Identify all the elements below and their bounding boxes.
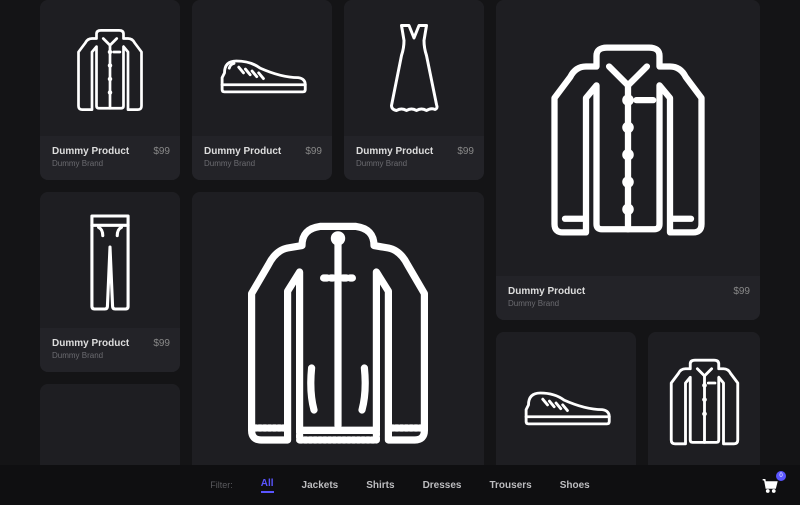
trousers-icon bbox=[79, 210, 141, 315]
product-meta: Dummy Product Dummy Brand $99 bbox=[496, 276, 760, 320]
product-meta: Dummy Product Dummy Brand $99 bbox=[40, 136, 180, 180]
product-card[interactable]: Dummy Product Dummy Brand $99 bbox=[496, 0, 760, 320]
cart-badge: 0 bbox=[776, 471, 786, 481]
product-meta: Dummy Product Dummy Brand $99 bbox=[192, 136, 332, 180]
product-card[interactable] bbox=[192, 192, 484, 472]
product-price: $99 bbox=[153, 338, 170, 349]
shirt-icon bbox=[657, 347, 752, 457]
filter-item-all[interactable]: All bbox=[261, 478, 274, 493]
product-price: $99 bbox=[457, 146, 474, 157]
jacket-icon bbox=[218, 207, 458, 457]
product-name: Dummy Product bbox=[52, 338, 168, 349]
product-card[interactable]: Dummy Product Dummy Brand $99 bbox=[344, 0, 484, 180]
shoe-icon bbox=[215, 43, 310, 98]
cart-button[interactable]: 0 bbox=[758, 473, 782, 497]
shirt-icon bbox=[523, 25, 733, 255]
product-card[interactable] bbox=[496, 332, 636, 472]
product-brand: Dummy Brand bbox=[204, 159, 320, 168]
filter-bar: Filter: All Jackets Shirts Dresses Trous… bbox=[0, 465, 800, 505]
product-card[interactable]: Dummy Product Dummy Brand $99 bbox=[40, 192, 180, 372]
product-brand: Dummy Brand bbox=[356, 159, 472, 168]
product-card[interactable] bbox=[40, 384, 180, 474]
dress-icon bbox=[379, 18, 449, 123]
filter-item-jackets[interactable]: Jackets bbox=[302, 480, 339, 491]
product-card[interactable]: Dummy Product Dummy Brand $99 bbox=[40, 0, 180, 180]
filter-item-shoes[interactable]: Shoes bbox=[560, 480, 590, 491]
shoe-icon bbox=[519, 375, 614, 430]
product-name: Dummy Product bbox=[356, 146, 472, 157]
filter-label: Filter: bbox=[210, 480, 233, 490]
product-card[interactable] bbox=[648, 332, 760, 472]
product-brand: Dummy Brand bbox=[52, 159, 168, 168]
filter-item-shirts[interactable]: Shirts bbox=[366, 480, 394, 491]
product-brand: Dummy Brand bbox=[508, 299, 748, 308]
product-name: Dummy Product bbox=[52, 146, 168, 157]
product-card[interactable]: Dummy Product Dummy Brand $99 bbox=[192, 0, 332, 180]
product-grid: Dummy Product Dummy Brand $99 Dummy Prod… bbox=[0, 0, 800, 465]
shirt-icon bbox=[65, 20, 155, 120]
filter-list: Filter: All Jackets Shirts Dresses Trous… bbox=[210, 478, 590, 493]
product-name: Dummy Product bbox=[508, 286, 748, 297]
product-meta: Dummy Product Dummy Brand $99 bbox=[344, 136, 484, 180]
product-name: Dummy Product bbox=[204, 146, 320, 157]
product-meta: Dummy Product Dummy Brand $99 bbox=[40, 328, 180, 372]
product-brand: Dummy Brand bbox=[52, 351, 168, 360]
product-price: $99 bbox=[733, 286, 750, 297]
filter-item-trousers[interactable]: Trousers bbox=[489, 480, 531, 491]
filter-item-dresses[interactable]: Dresses bbox=[423, 480, 462, 491]
product-price: $99 bbox=[153, 146, 170, 157]
product-price: $99 bbox=[305, 146, 322, 157]
